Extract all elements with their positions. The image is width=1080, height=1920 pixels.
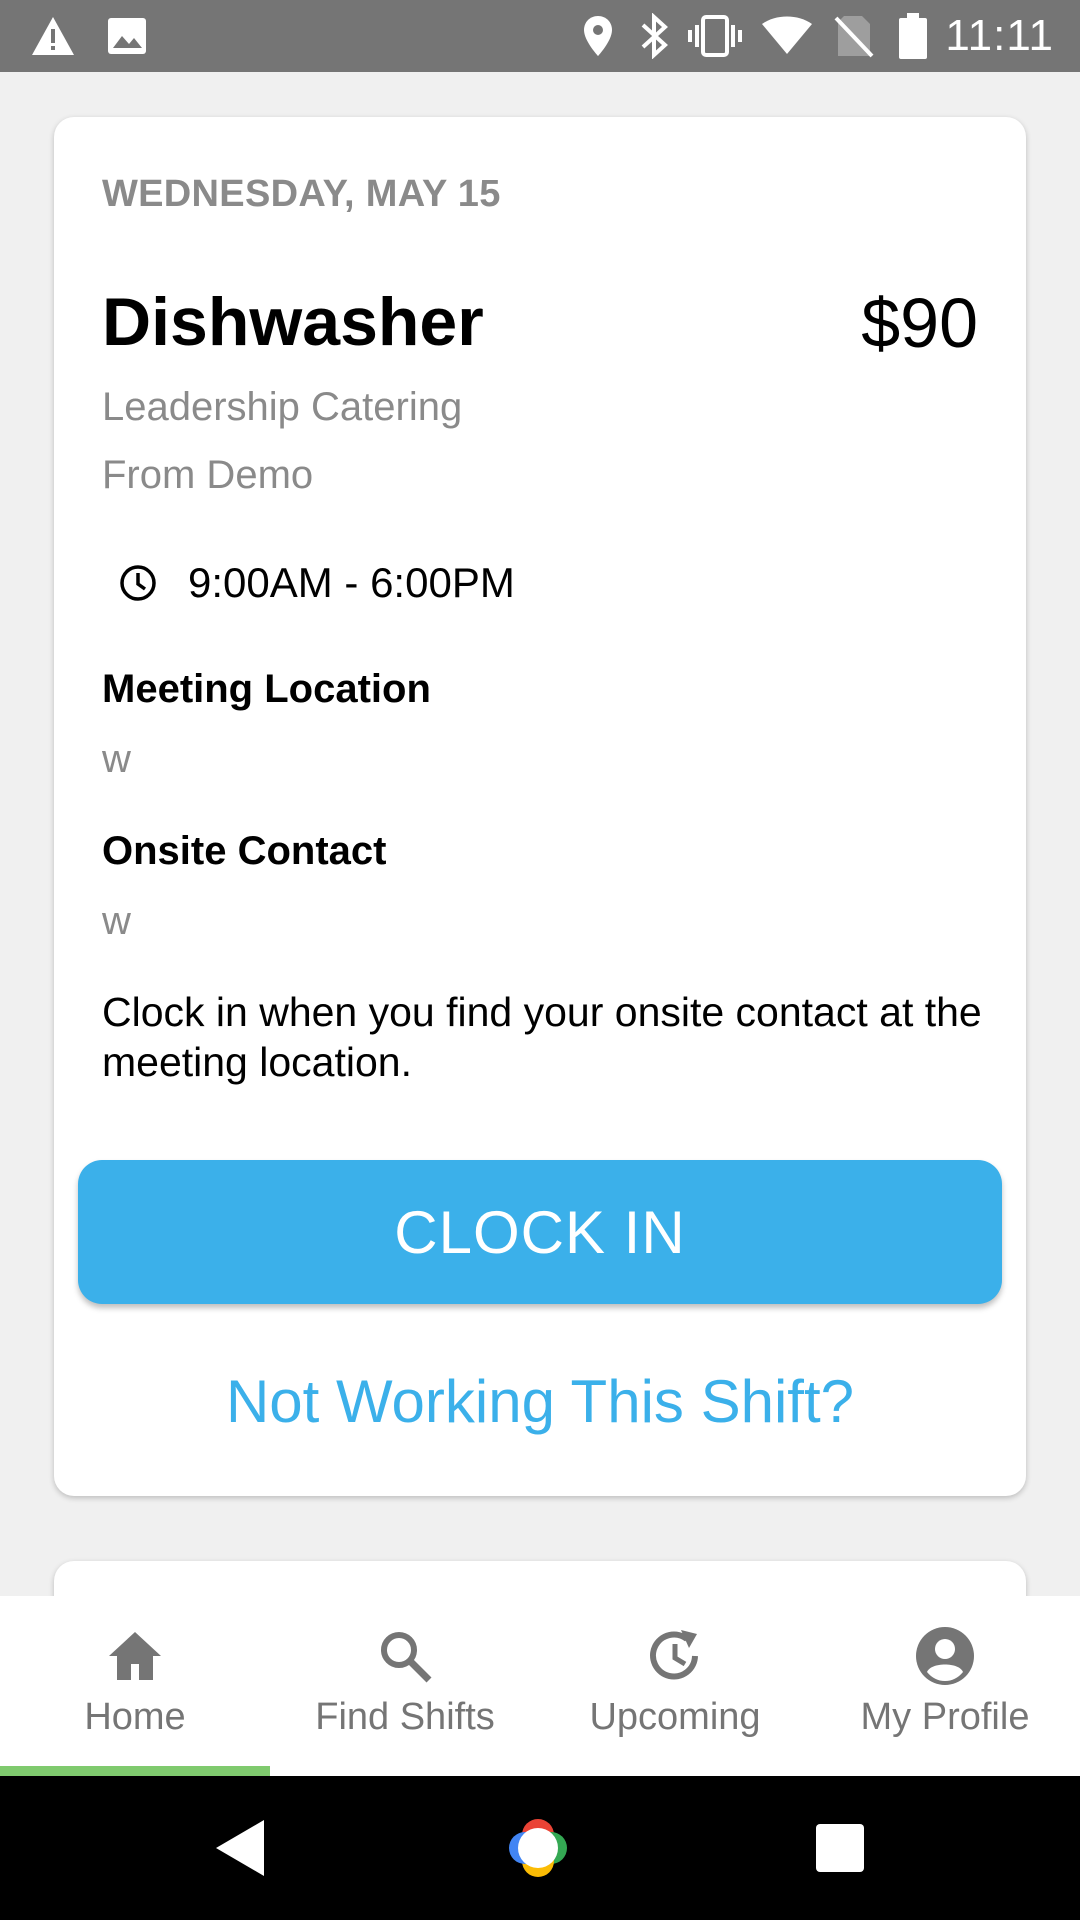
nav-label-upcoming: Upcoming (589, 1696, 761, 1738)
shift-time-row: 9:00AM - 6:00PM (118, 553, 515, 613)
onsite-contact-value: w (102, 899, 131, 943)
nav-label-find-shifts: Find Shifts (315, 1696, 495, 1738)
status-time: 11:11 (945, 11, 1054, 60)
meeting-location-label: Meeting Location (102, 667, 431, 711)
nav-item-upcoming[interactable]: Upcoming (540, 1596, 810, 1776)
nav-label-home: Home (84, 1696, 186, 1738)
account-icon (915, 1626, 975, 1686)
job-title: Dishwasher (102, 284, 484, 360)
shift-source: From Demo (102, 453, 314, 497)
nav-label-my-profile: My Profile (860, 1696, 1030, 1738)
vibrate-icon (686, 0, 744, 72)
wifi-icon (760, 0, 814, 72)
clock-in-button[interactable]: CLOCK IN (78, 1160, 1002, 1304)
back-icon[interactable] (200, 1776, 280, 1920)
battery-icon (896, 0, 930, 72)
company-name: Leadership Catering (102, 385, 463, 429)
home-button-icon[interactable] (498, 1776, 578, 1920)
shift-date: WEDNESDAY, MAY 15 (102, 173, 501, 215)
active-tab-indicator (0, 1766, 270, 1776)
location-icon (578, 0, 618, 72)
no-sim-icon (832, 0, 876, 72)
clock-in-instructions: Clock in when you find your onsite conta… (102, 989, 982, 1085)
nav-item-home[interactable]: Home (0, 1596, 270, 1776)
bluetooth-icon (634, 0, 674, 72)
nav-item-my-profile[interactable]: My Profile (810, 1596, 1080, 1776)
shift-card: WEDNESDAY, MAY 15 Dishwasher $90 Leaders… (54, 117, 1026, 1496)
history-icon (645, 1626, 705, 1686)
system-nav-bar (0, 1776, 1080, 1920)
shift-time-range: 9:00AM - 6:00PM (188, 559, 515, 606)
onsite-contact-label: Onsite Contact (102, 829, 387, 873)
search-icon (375, 1626, 435, 1686)
shift-pay: $90 (861, 284, 978, 362)
clock-icon (118, 563, 158, 603)
bottom-nav: Home Find Shifts Upcoming My Profile (0, 1596, 1080, 1776)
status-bar: 11:11 (0, 0, 1080, 72)
image-icon (104, 0, 150, 72)
warning-icon (28, 0, 78, 72)
not-working-link[interactable]: Not Working This Shift? (54, 1367, 1026, 1436)
recents-icon[interactable] (800, 1776, 880, 1920)
nav-item-find-shifts[interactable]: Find Shifts (270, 1596, 540, 1776)
meeting-location-value: w (102, 737, 131, 781)
home-icon (105, 1626, 165, 1686)
